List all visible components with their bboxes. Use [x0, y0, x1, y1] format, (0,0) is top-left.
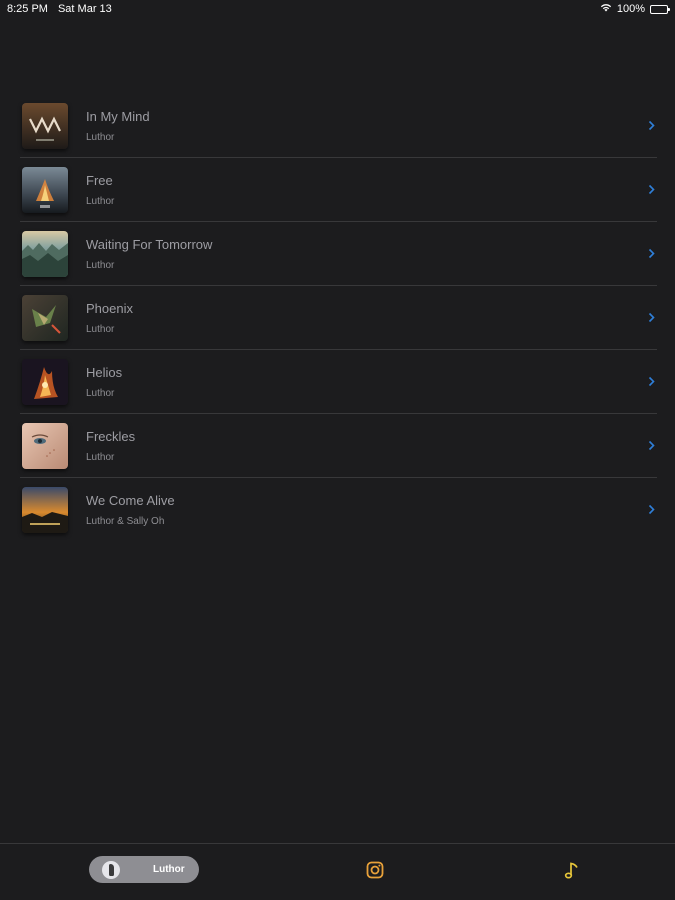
- song-row-phoenix[interactable]: Phoenix Luthor: [20, 285, 657, 349]
- song-title: We Come Alive: [86, 492, 175, 508]
- wifi-icon: [600, 3, 612, 15]
- chevron-right-icon: [645, 247, 657, 261]
- song-title: Freckles: [86, 428, 136, 444]
- album-art-waiting-for-tomorrow: [22, 230, 68, 277]
- song-artist: Luthor & Sally Oh: [86, 515, 165, 527]
- status-bar: 8:25 PM Sat Mar 13 100%: [0, 0, 675, 18]
- album-art-phoenix: [22, 294, 68, 341]
- song-text: Freckles Luthor: [86, 429, 645, 463]
- song-row-waiting-for-tomorrow[interactable]: Waiting For Tomorrow Luthor: [20, 221, 657, 285]
- song-artist: Luthor: [86, 131, 115, 143]
- song-artist: Luthor: [86, 323, 115, 335]
- song-title: Waiting For Tomorrow: [86, 236, 213, 252]
- status-time: 8:25 PM: [7, 3, 48, 15]
- status-left: 8:25 PM Sat Mar 13: [7, 3, 112, 15]
- song-title: Helios: [86, 364, 123, 380]
- song-text: Helios Luthor: [86, 365, 645, 399]
- music-note-icon[interactable]: [562, 860, 582, 880]
- album-art-freckles: [22, 422, 68, 469]
- chevron-right-icon: [645, 119, 657, 133]
- chevron-right-icon: [645, 311, 657, 325]
- song-artist: Luthor: [86, 195, 115, 207]
- song-title: Free: [86, 172, 113, 188]
- album-art-we-come-alive: [22, 486, 68, 533]
- song-artist: Luthor: [86, 451, 115, 463]
- song-row-free[interactable]: Free Luthor: [20, 157, 657, 221]
- battery-icon: [650, 4, 670, 14]
- chevron-right-icon: [645, 375, 657, 389]
- artist-avatar-icon: [102, 860, 120, 879]
- song-text: Phoenix Luthor: [86, 301, 645, 335]
- album-art-helios: [22, 358, 68, 405]
- song-title: Phoenix: [86, 300, 133, 316]
- chevron-right-icon: [645, 503, 657, 517]
- song-row-helios[interactable]: Helios Luthor: [20, 349, 657, 413]
- tab-luthor-label: Luthor: [153, 864, 185, 875]
- song-artist: Luthor: [86, 259, 115, 271]
- song-text: Waiting For Tomorrow Luthor: [86, 237, 645, 271]
- album-art-free: [22, 166, 68, 213]
- album-art-in-my-mind: [22, 102, 68, 149]
- chevron-right-icon: [645, 439, 657, 453]
- tab-luthor[interactable]: Luthor: [89, 856, 199, 883]
- song-text: Free Luthor: [86, 173, 645, 207]
- instagram-icon[interactable]: [365, 860, 385, 880]
- song-row-in-my-mind[interactable]: In My Mind Luthor: [20, 94, 657, 157]
- song-row-freckles[interactable]: Freckles Luthor: [20, 413, 657, 477]
- song-text: We Come Alive Luthor & Sally Oh: [86, 493, 645, 527]
- song-list: In My Mind Luthor Free Luthor Waiting Fo…: [0, 94, 675, 541]
- song-row-we-come-alive[interactable]: We Come Alive Luthor & Sally Oh: [20, 477, 657, 541]
- chevron-right-icon: [645, 183, 657, 197]
- tab-bar: Luthor: [0, 843, 675, 900]
- song-title: In My Mind: [86, 108, 150, 124]
- battery-percent: 100%: [616, 3, 645, 15]
- status-date: Sat Mar 13: [57, 3, 112, 15]
- song-artist: Luthor: [86, 387, 115, 399]
- song-text: In My Mind Luthor: [86, 109, 645, 143]
- status-right: 100%: [600, 3, 670, 15]
- screen: 8:25 PM Sat Mar 13 100% In My Mind Lutho…: [0, 0, 675, 900]
